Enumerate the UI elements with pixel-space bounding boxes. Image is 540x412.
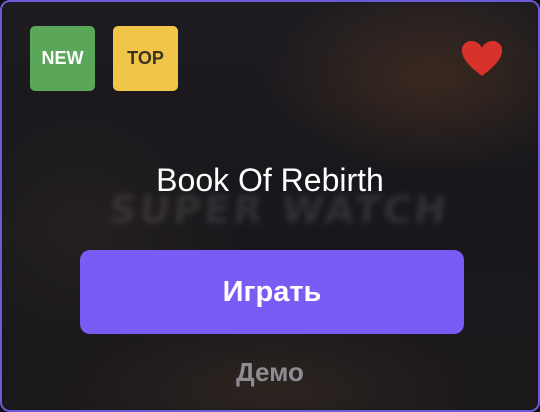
play-button[interactable]: Играть xyxy=(80,250,464,334)
favorite-button[interactable] xyxy=(460,40,504,78)
demo-link[interactable]: Демо xyxy=(2,357,538,388)
heart-icon xyxy=(461,41,503,76)
new-badge: NEW xyxy=(30,26,95,91)
top-badge: TOP xyxy=(113,26,178,91)
game-card[interactable]: SUPER WATCH NEW TOP Book Of Rebirth Игра… xyxy=(0,0,540,412)
game-title: Book Of Rebirth xyxy=(156,162,384,198)
